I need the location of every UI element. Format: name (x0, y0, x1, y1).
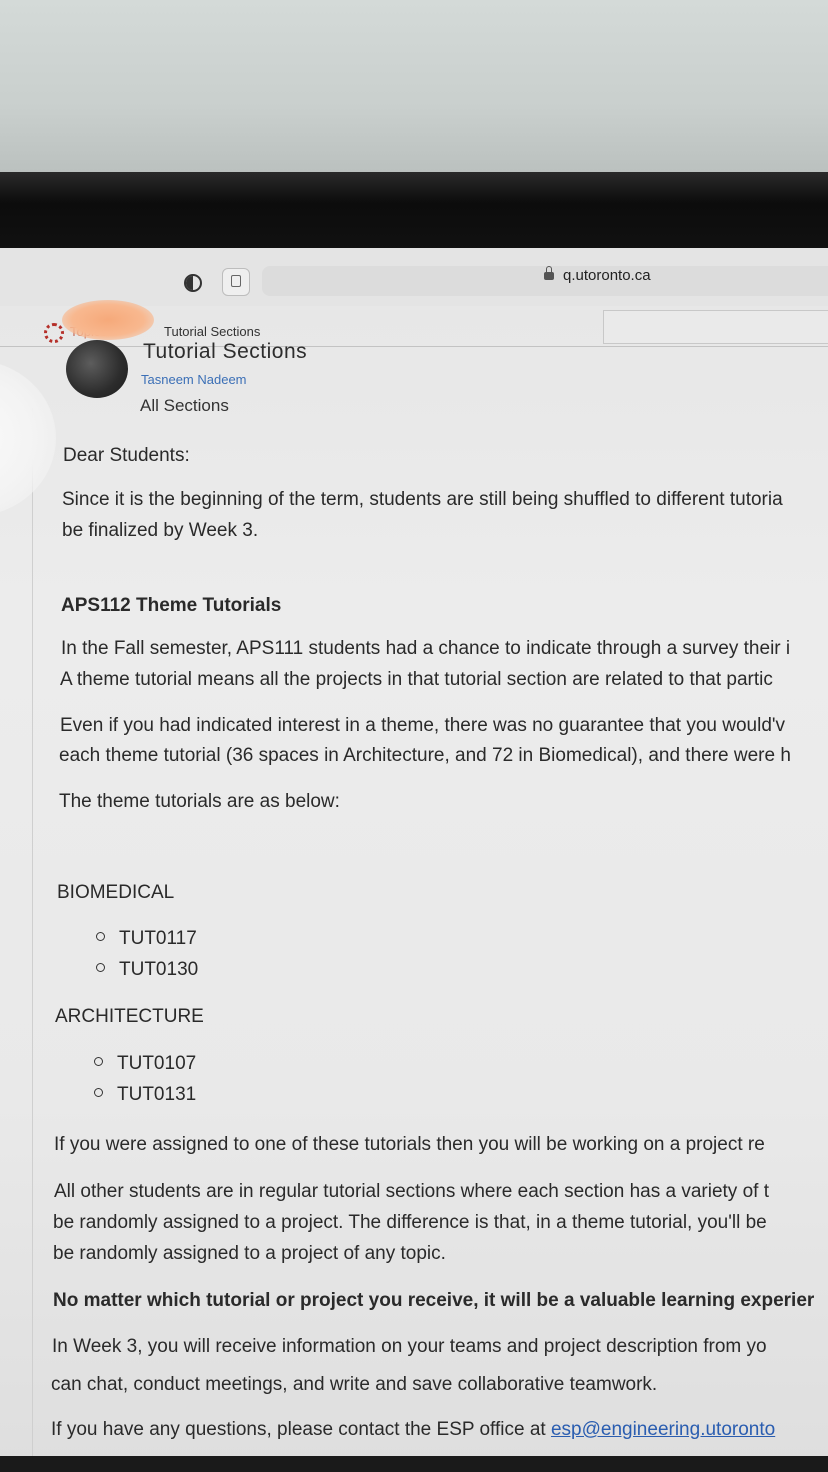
address-bar[interactable] (262, 266, 828, 296)
blurred-region (62, 300, 154, 340)
laptop-screen: q.utoronto.ca Topics Tutorial Sections T… (0, 248, 828, 1472)
biomedical-heading: BIOMEDICAL (57, 882, 175, 903)
section-heading: APS112 Theme Tutorials (61, 595, 282, 616)
url-text[interactable]: q.utoronto.ca (563, 267, 651, 284)
search-field[interactable] (603, 310, 828, 344)
paragraph-1-line-1: In the Fall semester, APS111 students ha… (61, 638, 791, 659)
shield-icon[interactable] (184, 274, 202, 292)
bottom-bezel (0, 1456, 828, 1472)
audience-label: All Sections (140, 396, 229, 415)
paragraph-5-line-3: be randomly assigned to a project of any… (53, 1243, 446, 1264)
breadcrumb-current: Tutorial Sections (164, 324, 261, 339)
paragraph-1-line-2: A theme tutorial means all the projects … (60, 669, 773, 690)
author-avatar[interactable] (66, 340, 128, 398)
post-title: Tutorial Sections (143, 340, 308, 363)
list-item: TUT0131 (94, 1084, 196, 1106)
reader-view-button[interactable] (222, 268, 250, 296)
greeting: Dear Students: (63, 445, 190, 466)
laptop-bezel (0, 172, 828, 250)
paragraph-4: If you were assigned to one of these tut… (54, 1134, 765, 1155)
paragraph-3: The theme tutorials are as below: (59, 791, 340, 812)
esp-email-link[interactable]: esp@engineering.utoronto (551, 1419, 775, 1440)
intro-line-2: be finalized by Week 3. (62, 520, 259, 541)
background-wall (0, 0, 828, 180)
paragraph-6: No matter which tutorial or project you … (53, 1290, 815, 1311)
paragraph-7-line-1: In Week 3, you will receive information … (52, 1336, 767, 1357)
paragraph-2-line-2: each theme tutorial (36 spaces in Archit… (59, 745, 791, 766)
reader-view-icon (231, 275, 241, 287)
list-item: TUT0107 (94, 1053, 196, 1075)
paragraph-7-line-2: can chat, conduct meetings, and write an… (51, 1374, 658, 1395)
course-logo-icon[interactable] (44, 323, 64, 343)
lock-icon (544, 266, 554, 280)
author-link[interactable]: Tasneem Nadeem (141, 372, 247, 387)
header-divider (0, 346, 828, 347)
list-item: TUT0130 (96, 959, 198, 981)
paragraph-5-line-2: be randomly assigned to a project. The d… (53, 1212, 767, 1233)
paragraph-5-line-1: All other students are in regular tutori… (54, 1181, 769, 1202)
content-border (32, 408, 33, 1472)
screen-glare (0, 360, 56, 516)
paragraph-2-line-1: Even if you had indicated interest in a … (60, 715, 786, 736)
intro-line-1: Since it is the beginning of the term, s… (62, 489, 783, 510)
list-item: TUT0117 (96, 928, 197, 950)
browser-toolbar: q.utoronto.ca (0, 248, 828, 306)
paragraph-8: If you have any questions, please contac… (51, 1419, 776, 1440)
architecture-heading: ARCHITECTURE (55, 1006, 204, 1027)
